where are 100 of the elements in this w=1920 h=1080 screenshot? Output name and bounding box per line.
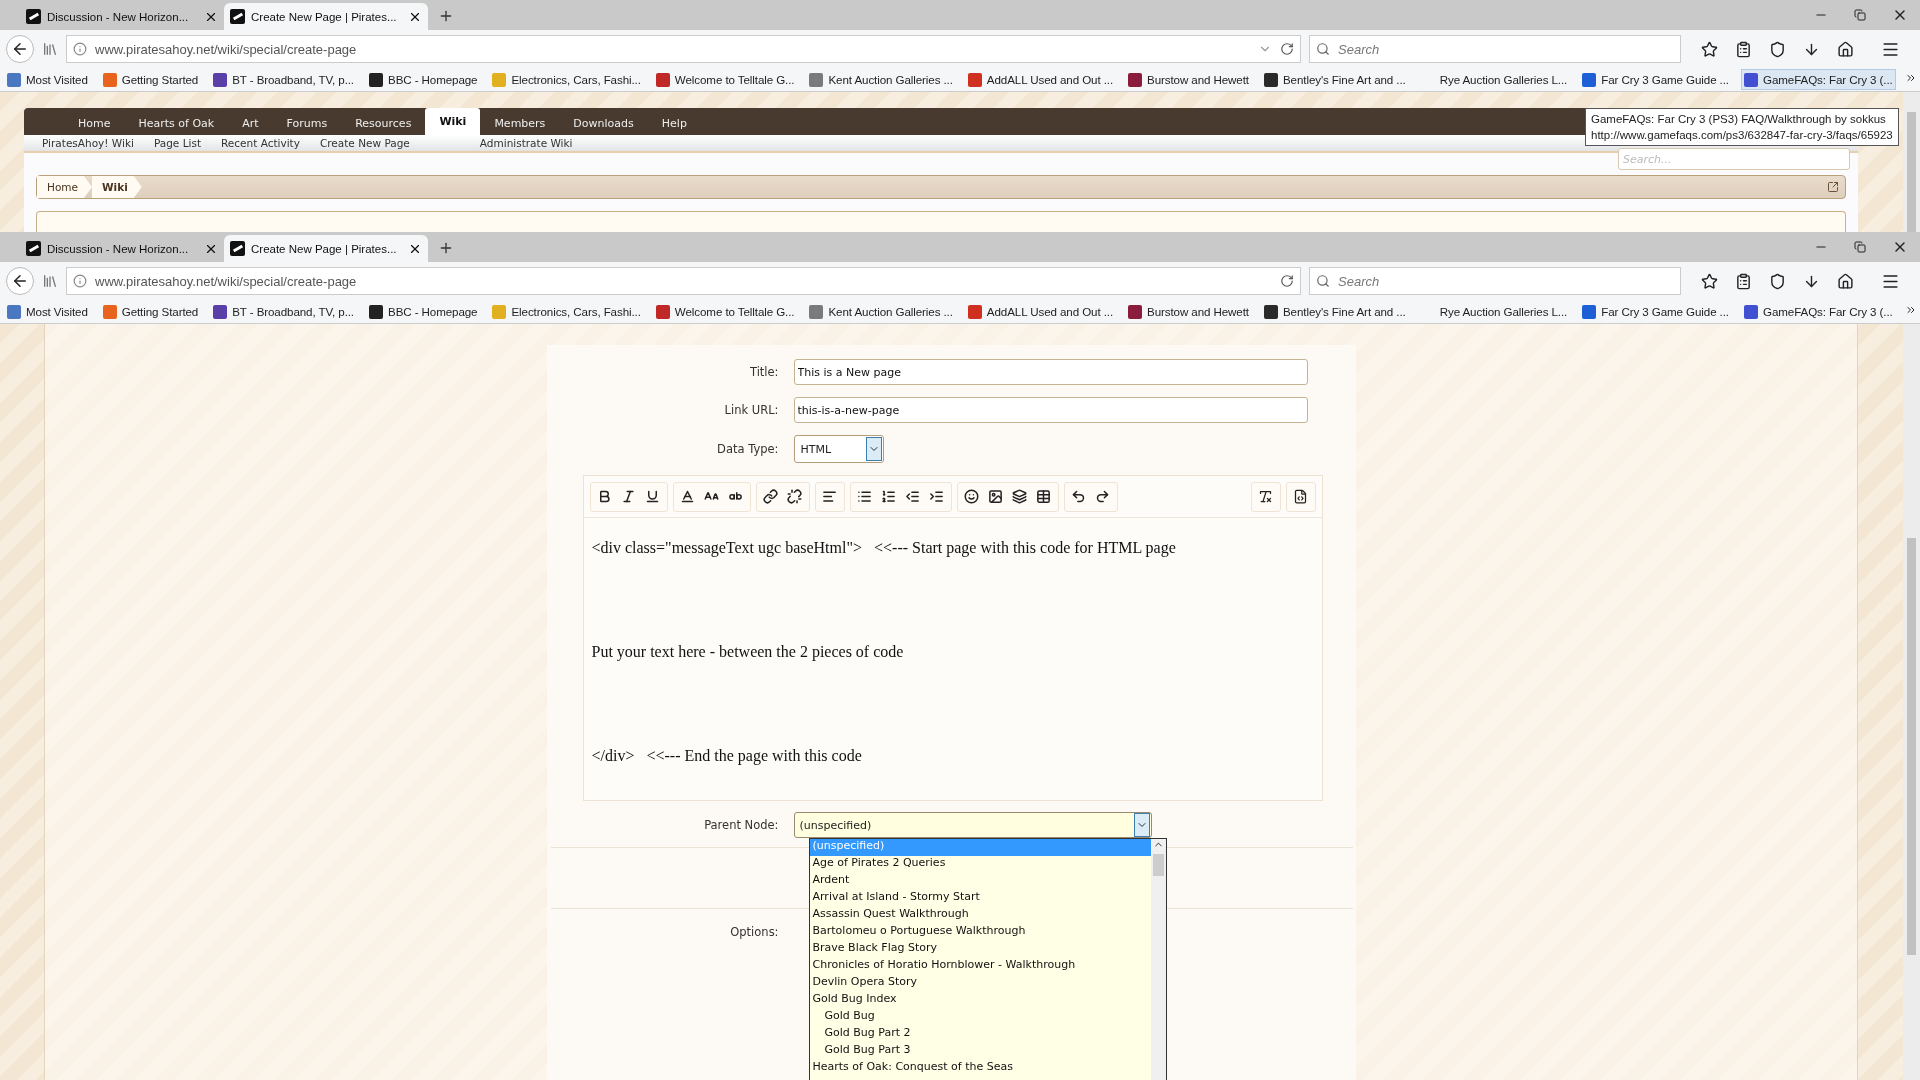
back-button[interactable] <box>6 35 34 63</box>
browser-tab[interactable]: Create New Page | Pirates... <box>224 3 428 30</box>
bookmark-link[interactable]: BT - Broadband, TV, p... <box>210 69 357 90</box>
bookmark-link[interactable]: Most Visited <box>4 301 91 322</box>
shield-icon[interactable] <box>1769 40 1786 58</box>
select-field[interactable]: (unspecified) <box>793 812 1152 838</box>
expand-icon[interactable] <box>1827 180 1839 193</box>
search-field[interactable]: Search <box>1336 40 1674 58</box>
bookmark-link[interactable]: Burstow and Hewett <box>1125 69 1252 90</box>
browser-tab[interactable]: Discussion - New Horizon... <box>20 235 224 262</box>
nav-tab[interactable]: Art <box>228 111 273 135</box>
home-icon[interactable] <box>1837 272 1854 290</box>
nav-tab[interactable]: Home <box>64 111 125 135</box>
reload-icon[interactable] <box>1280 274 1294 288</box>
link-icon[interactable] <box>760 486 781 507</box>
bookmark-link[interactable]: Rye Auction Galleries L... <box>1417 301 1571 322</box>
nav-tab[interactable]: Members <box>480 111 560 135</box>
bookmark-link[interactable]: Burstow and Hewett <box>1125 301 1252 322</box>
bookmark-link[interactable]: Far Cry 3 Game Guide ... <box>1579 301 1732 322</box>
shield-icon[interactable] <box>1769 272 1786 290</box>
subnav-link[interactable]: PiratesAhoy! Wiki <box>42 136 134 149</box>
bookmark-link[interactable]: AddALL Used and Out ... <box>964 301 1116 322</box>
bookmark-link[interactable]: GameFAQs: Far Cry 3 (... <box>1741 69 1896 90</box>
breadcrumb-link[interactable]: Home <box>37 175 92 198</box>
bookmark-link[interactable]: Bentley's Fine Art and ... <box>1260 301 1409 322</box>
unlink-icon[interactable] <box>784 486 805 507</box>
dropdown-option[interactable]: Gold Bug <box>809 1009 1151 1026</box>
bookmark-link[interactable]: Rye Auction Galleries L... <box>1417 69 1571 90</box>
scrollbar[interactable] <box>1903 92 1920 232</box>
breadcrumb-link[interactable]: Wiki <box>92 175 142 198</box>
dropdown-option[interactable]: Gold Bug Part 3 <box>809 1043 1151 1060</box>
scrollbar[interactable] <box>1903 324 1920 1080</box>
bookmark-link[interactable]: BBC - Homepage <box>366 301 481 322</box>
clipboard-icon[interactable] <box>1735 272 1752 290</box>
bookmark-link[interactable]: AddALL Used and Out ... <box>964 69 1116 90</box>
nav-tab[interactable]: Downloads <box>559 111 648 135</box>
bookmark-link[interactable]: BBC - Homepage <box>366 69 481 90</box>
nav-tab[interactable]: Resources <box>341 111 426 135</box>
dropdown-option[interactable]: Age of Pirates 2 Queries <box>809 856 1151 873</box>
dropdown-option[interactable]: Bartolomeu o Portuguese Walkthrough <box>809 924 1151 941</box>
bookmark-link[interactable]: Kent Auction Galleries ... <box>806 69 956 90</box>
bookmark-link[interactable]: Most Visited <box>4 69 91 90</box>
subnav-link[interactable]: Recent Activity <box>221 136 300 149</box>
search-field[interactable]: Search... <box>1618 148 1850 170</box>
subnav-link[interactable]: Page List <box>153 136 202 149</box>
bookmark-link[interactable]: Welcome to Telltale G... <box>652 301 798 322</box>
dropdown-option[interactable]: Hearts of Oak: Conquest of the Seas <box>809 1060 1151 1077</box>
dropdown-option[interactable]: Gold Bug Index <box>809 992 1151 1009</box>
home-icon[interactable] <box>1837 40 1854 58</box>
new-tab-icon[interactable] <box>438 8 454 24</box>
bookmark-link[interactable]: Welcome to Telltale G... <box>652 69 798 90</box>
library-icon[interactable] <box>42 41 58 57</box>
subnav-link[interactable]: Administrate Wiki <box>479 136 573 149</box>
browser-tab[interactable]: Discussion - New Horizon... <box>20 3 224 30</box>
clipboard-icon[interactable] <box>1735 40 1752 58</box>
reload-icon[interactable] <box>1280 42 1294 56</box>
info-icon[interactable] <box>73 42 87 56</box>
info-icon[interactable] <box>73 274 87 288</box>
browser-tab[interactable]: Create New Page | Pirates... <box>224 235 428 262</box>
restore-icon[interactable] <box>1854 241 1866 253</box>
dropdown-option[interactable]: Assassin Quest Walkthrough <box>809 907 1151 924</box>
search-box[interactable]: Search <box>1309 35 1681 63</box>
more-icon[interactable] <box>1904 72 1917 84</box>
address-field[interactable]: www.piratesahoy.net/wiki/special/create-page <box>66 35 1301 63</box>
new-tab-icon[interactable] <box>438 240 454 256</box>
restore-icon[interactable] <box>1854 9 1866 21</box>
dropdown-option[interactable]: Devlin Opera Story <box>809 975 1151 992</box>
search-box[interactable]: Search <box>1309 267 1681 295</box>
bookmark-link[interactable]: Getting Started <box>99 301 202 322</box>
bookmark-link[interactable]: Far Cry 3 Game Guide ... <box>1579 69 1732 90</box>
dropdown-option[interactable]: Brave Black Flag Story <box>809 941 1151 958</box>
star-icon[interactable] <box>1701 272 1718 290</box>
bookmark-link[interactable]: Kent Auction Galleries ... <box>806 301 956 322</box>
bookmark-link[interactable]: Getting Started <box>99 69 202 90</box>
bookmark-link[interactable]: Bentley's Fine Art and ... <box>1260 69 1409 90</box>
nav-tab[interactable]: Wiki <box>425 108 481 135</box>
nav-tab[interactable]: Forums <box>272 111 342 135</box>
star-icon[interactable] <box>1701 40 1718 58</box>
select-field[interactable]: HTML <box>793 435 884 463</box>
dropdown-option[interactable]: Ardent <box>809 873 1151 890</box>
rich-text-editor[interactable]: <div class="messageText ugc baseHtml"> <<--- Start page with this code for HTML page Put your text here - between the 2 pieces of code </div> <<--- End the page with this code <box>582 475 1323 801</box>
back-button[interactable] <box>6 267 34 295</box>
input-field[interactable]: this-is-a-new-page <box>793 397 1308 423</box>
library-icon[interactable] <box>42 273 58 289</box>
bookmark-link[interactable]: BT - Broadband, TV, p... <box>210 301 357 322</box>
bookmark-link[interactable]: Electronics, Cars, Fashi... <box>489 301 644 322</box>
search-field[interactable]: Search <box>1336 272 1674 290</box>
dropdown-option[interactable]: Arrival at Island - Stormy Start <box>809 890 1151 907</box>
dropdown-option[interactable]: Chronicles of Horatio Hornblower - Walkthrough <box>809 958 1151 975</box>
subnav-link[interactable]: Create New Page <box>319 136 410 149</box>
scroll-thumb[interactable] <box>1152 854 1164 876</box>
bookmark-link[interactable]: GameFAQs: Far Cry 3 (... <box>1741 301 1896 322</box>
bookmark-link[interactable]: Electronics, Cars, Fashi... <box>489 69 644 90</box>
dropdown-option[interactable]: Gold Bug Part 2 <box>809 1026 1151 1043</box>
address-field[interactable]: www.piratesahoy.net/wiki/special/create-page <box>66 267 1301 295</box>
scrollbar[interactable] <box>1150 839 1166 1080</box>
more-icon[interactable] <box>1904 304 1917 316</box>
input-field[interactable]: This is a New page <box>793 359 1308 385</box>
nav-tab[interactable]: Hearts of Oak <box>124 111 229 135</box>
nav-tab[interactable]: Help <box>647 111 701 135</box>
